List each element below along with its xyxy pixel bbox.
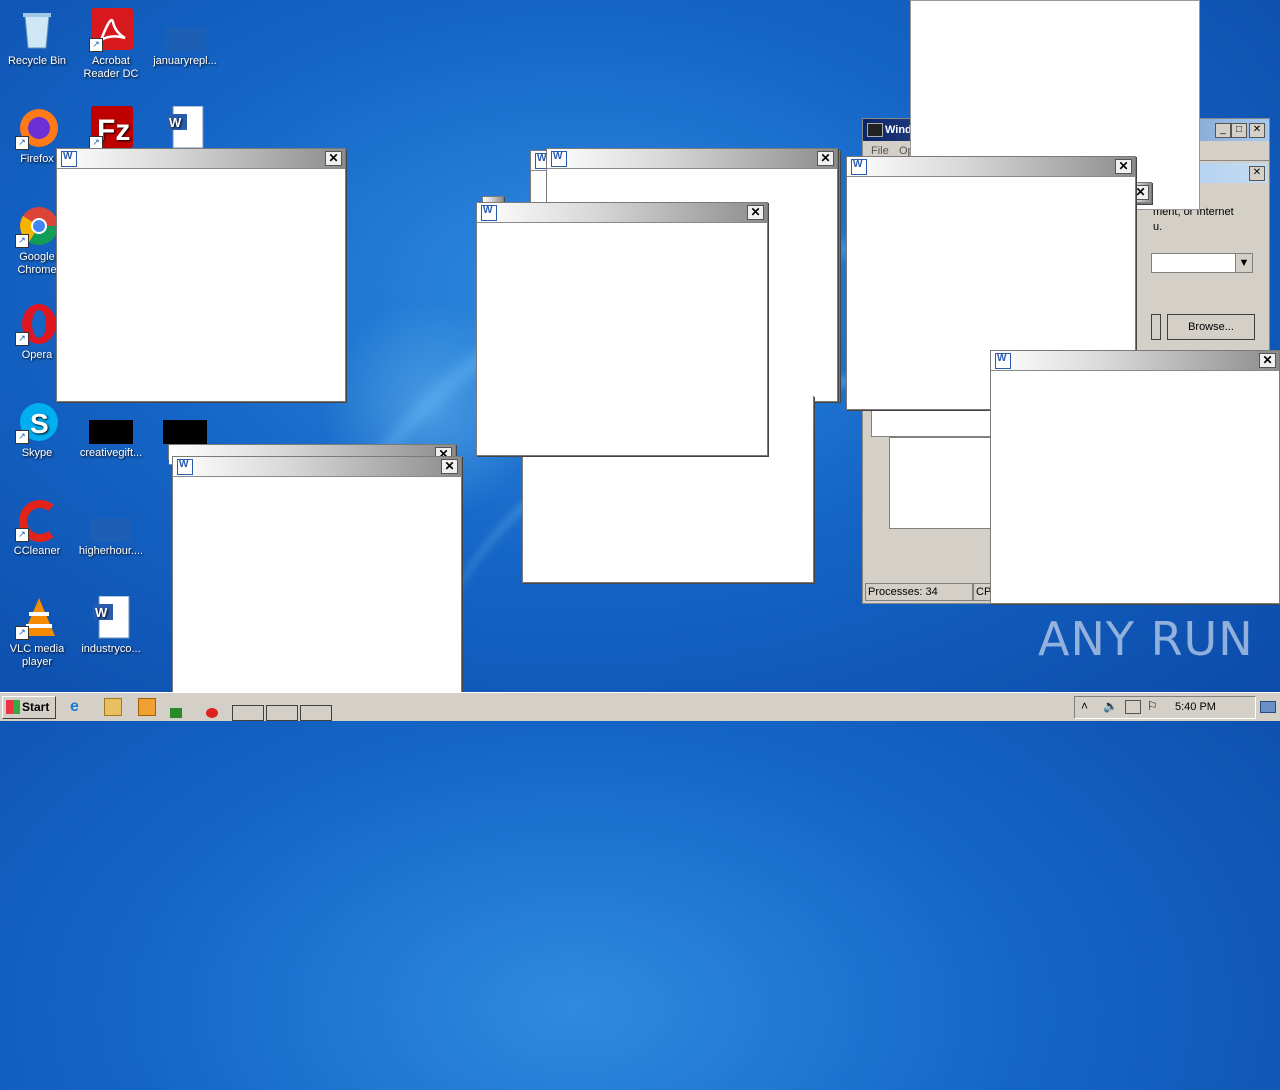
close-icon[interactable]: ✕ [441, 459, 458, 474]
process-list[interactable] [889, 437, 993, 529]
svg-text:W: W [95, 605, 108, 620]
desktop-icon-word-doc[interactable]: W [148, 105, 222, 153]
word-icon [61, 151, 77, 167]
file-icon [89, 400, 133, 444]
file-icon [163, 8, 207, 52]
run-dialog-close-button[interactable]: ✕ [1249, 166, 1265, 181]
anyrun-watermark: ANY RUN [1038, 612, 1254, 666]
skype-icon: S ↗ [15, 400, 59, 444]
volume-icon[interactable]: 🔈 [1103, 699, 1118, 713]
run-dialog-text2: u. [1153, 221, 1163, 233]
ccleaner-icon: ↗ [15, 498, 59, 542]
system-tray: ˄ 🔈 ⚐ 5:40 PM [1074, 696, 1256, 719]
close-icon[interactable]: ✕ [325, 151, 342, 166]
vlc-icon: ↗ [15, 596, 59, 640]
browse-button[interactable]: Browse... [1167, 314, 1255, 340]
app-icon[interactable] [170, 708, 182, 718]
desktop-icon-label: CCleaner [13, 545, 61, 557]
desktop-icon-label: industryco... [81, 643, 141, 655]
explorer-icon[interactable] [104, 698, 122, 716]
word-doc-icon: W [163, 105, 207, 150]
acrobat-icon: ↗ [89, 8, 133, 52]
opera-icon: ↗ [15, 302, 59, 346]
ok-button-partial[interactable] [1151, 314, 1161, 340]
desktop-icon-filezilla[interactable]: Fz ↗ [74, 106, 148, 153]
start-label: Start [22, 700, 50, 714]
word-icon [851, 159, 867, 175]
opera-taskbar-icon[interactable] [206, 708, 218, 718]
task-manager-icon [867, 123, 883, 137]
taskbar-button[interactable] [300, 705, 332, 721]
word-icon [177, 459, 193, 475]
word-doc-icon: W [89, 595, 133, 640]
desktop-icon-skype[interactable]: S ↗ Skype [0, 400, 74, 460]
chevron-up-icon[interactable]: ˄ [1081, 699, 1088, 713]
desktop-icon-creativegift[interactable]: creativegift... [74, 400, 148, 460]
desktop-icon-label: Recycle Bin [7, 55, 67, 67]
filezilla-icon: Fz ↗ [89, 106, 133, 150]
show-desktop-icon[interactable] [1260, 701, 1276, 713]
windows-logo-icon [6, 700, 20, 714]
minimize-button[interactable]: _ [1215, 123, 1231, 138]
svg-text:S: S [30, 408, 49, 439]
start-button[interactable]: Start [2, 696, 56, 719]
tab-area [871, 407, 993, 437]
desktop-icon-label: creativegift... [79, 447, 143, 459]
clock[interactable]: 5:40 PM [1175, 701, 1216, 713]
status-processes: Processes: 34 [865, 583, 973, 601]
desktop-icon-acrobat[interactable]: ↗ Acrobat Reader DC [74, 8, 148, 81]
blank-window[interactable]: ✕ [476, 202, 768, 456]
taskbar-button[interactable] [266, 705, 298, 721]
desktop-icon-january[interactable]: januaryrepl... [148, 8, 222, 68]
close-icon[interactable]: ✕ [817, 151, 834, 166]
media-player-icon[interactable] [138, 698, 156, 716]
close-button[interactable]: ✕ [1249, 123, 1265, 138]
desktop-icon-industryco[interactable]: W industryco... [74, 595, 148, 656]
word-icon [551, 151, 567, 167]
word-icon [995, 353, 1011, 369]
file-icon [163, 400, 207, 444]
maximize-button[interactable]: □ [1231, 123, 1247, 138]
network-icon[interactable] [1125, 700, 1141, 714]
desktop-icon-higherhour[interactable]: higherhour.... [74, 498, 148, 558]
file-icon [89, 498, 133, 542]
desktop-icon-recycle-bin[interactable]: Recycle Bin [0, 8, 74, 68]
chevron-down-icon[interactable]: ▼ [1235, 254, 1252, 272]
recycle-bin-icon [15, 8, 59, 52]
taskbar: Start e ˄ 🔈 ⚐ 5:40 PM [0, 692, 1280, 721]
word-icon [481, 205, 497, 221]
chrome-icon: ↗ [15, 204, 59, 248]
desktop-icon-label: Acrobat Reader DC [83, 55, 139, 80]
desktop-icon-label: higherhour.... [78, 545, 144, 557]
desktop-icon-label: VLC media player [9, 643, 65, 668]
blank-window[interactable]: ✕ [56, 148, 346, 402]
close-icon[interactable]: ✕ [747, 205, 764, 220]
task-manager-title: Wind [885, 124, 912, 136]
close-icon[interactable]: ✕ [1115, 159, 1132, 174]
desktop-icon-ccleaner[interactable]: ↗ CCleaner [0, 498, 74, 558]
flag-icon[interactable]: ⚐ [1147, 699, 1158, 713]
ie-icon[interactable]: e [70, 698, 86, 715]
desktop-icon-label: januaryrepl... [153, 55, 217, 67]
svg-text:W: W [169, 115, 182, 130]
taskbar-button[interactable] [232, 705, 264, 721]
run-input[interactable]: ▼ [1151, 253, 1253, 273]
firefox-icon: ↗ [15, 106, 59, 150]
desktop-icon-label: Skype [21, 447, 53, 459]
blank-window[interactable]: ✕ [990, 350, 1280, 604]
blank-window[interactable]: ✕ [172, 456, 462, 710]
close-icon[interactable]: ✕ [1259, 353, 1276, 368]
desktop-icon-vlc[interactable]: ↗ VLC media player [0, 596, 74, 669]
